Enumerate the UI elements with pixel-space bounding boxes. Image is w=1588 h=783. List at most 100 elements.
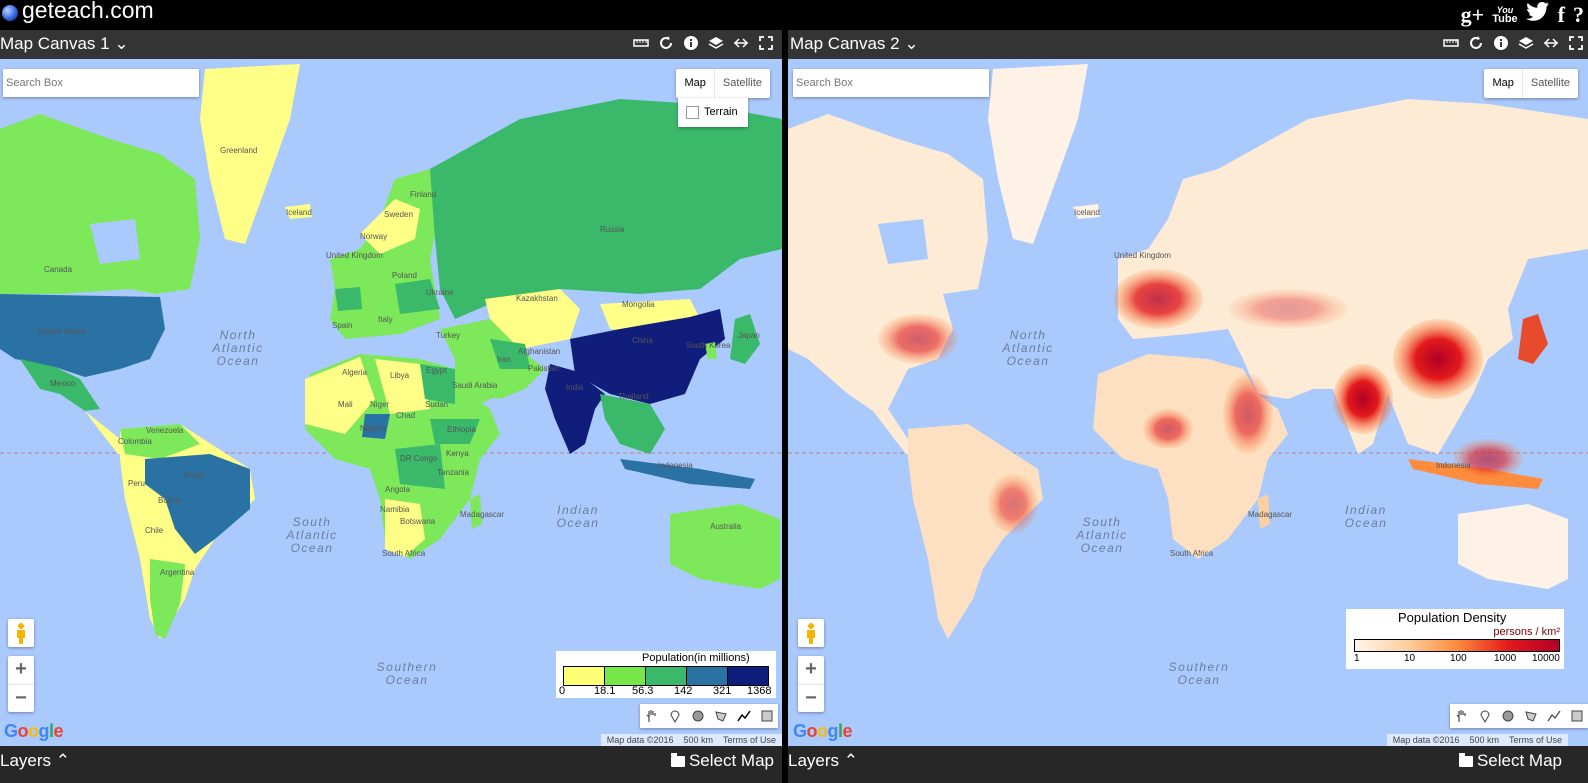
country-label: Spain (332, 321, 353, 330)
google-plus-icon[interactable]: g+ (1461, 2, 1485, 28)
rectangle-icon (761, 710, 772, 722)
canvas-2-search-input[interactable] (793, 69, 989, 97)
country-label: United Kingdom (326, 251, 383, 260)
layers-icon[interactable] (1518, 35, 1534, 51)
layers-icon[interactable] (708, 35, 724, 51)
legend-swatch (564, 667, 605, 685)
circle-icon (692, 710, 703, 722)
scale-text[interactable]: 500 km (683, 735, 713, 745)
country-label: Iceland (286, 208, 312, 217)
map-type-satellite-button[interactable]: Satellite (713, 69, 770, 98)
country-label: Chad (396, 411, 416, 420)
twitter-icon[interactable] (1525, 1, 1550, 28)
marker-tool[interactable] (663, 704, 686, 728)
canvas-1-toolbar (633, 35, 774, 51)
facebook-icon[interactable]: f (1558, 2, 1565, 28)
country-label: Nigeria (360, 424, 386, 433)
country-label: Bolivia (158, 496, 182, 505)
map-type-map-button[interactable]: Map (1484, 69, 1521, 98)
canvas-1-title[interactable]: Map Canvas 1 ⌄ (0, 34, 129, 54)
info-icon[interactable] (683, 35, 699, 51)
street-view-pegman[interactable] (8, 619, 34, 647)
terrain-checkbox[interactable]: Terrain (678, 98, 748, 127)
canvas-2-map-type: Map Satellite (1484, 69, 1578, 98)
country-label: Tanzania (437, 468, 470, 477)
legend-tick: 10 (1404, 653, 1416, 664)
terms-link[interactable]: Terms of Use (1509, 735, 1562, 745)
country-label: Argentina (160, 568, 195, 577)
site-logo[interactable]: geteach.com (2, 0, 154, 24)
legend-tick: 0 (559, 685, 566, 697)
line-tool[interactable] (732, 704, 755, 728)
country-label: Canada (44, 265, 73, 274)
canvas-1-search-input[interactable] (3, 69, 199, 97)
youtube-icon[interactable]: You Tube (1492, 6, 1517, 25)
ruler-icon[interactable] (1443, 35, 1459, 51)
refresh-icon[interactable] (1468, 35, 1484, 51)
ocean-label-indian: Indian Ocean (1344, 503, 1388, 530)
zoom-out-button[interactable]: − (8, 685, 34, 713)
country-label: Colombia (118, 437, 152, 446)
layers-button[interactable]: Layers ⌃ (0, 751, 70, 771)
country-label: Madagascar (460, 510, 505, 519)
layers-button[interactable]: Layers ⌃ (788, 751, 858, 771)
canvas-1-title-bar: Map Canvas 1 ⌄ (0, 30, 782, 59)
country-label: Poland (392, 271, 417, 280)
circle-tool[interactable] (686, 704, 709, 728)
rectangle-tool[interactable] (1565, 704, 1588, 728)
help-icon[interactable]: ? (1573, 2, 1584, 28)
country-label: South Korea (686, 341, 731, 350)
zoom-in-button[interactable]: + (798, 656, 824, 685)
map-attribution: Map data ©2016 500 km Terms of Use (600, 734, 782, 746)
country-label: Chile (145, 526, 164, 535)
pan-tool[interactable] (640, 704, 663, 728)
map-type-map-button[interactable]: Map (676, 69, 713, 98)
refresh-icon[interactable] (658, 35, 674, 51)
zoom-in-button[interactable]: + (8, 656, 34, 685)
country-label: Turkey (436, 331, 461, 340)
country-label: DR Congo (400, 454, 438, 463)
map-type-satellite-button[interactable]: Satellite (1521, 69, 1578, 98)
country-label: Egypt (426, 366, 447, 375)
country-label: India (566, 383, 584, 392)
map-data-text: Map data ©2016 (1392, 735, 1460, 745)
circle-tool[interactable] (1496, 704, 1519, 728)
polygon-tool[interactable] (709, 704, 732, 728)
legend-unit: persons / km² (1493, 626, 1560, 638)
select-map-button[interactable]: Select Map (670, 751, 774, 771)
select-map-button[interactable]: Select Map (1458, 751, 1562, 771)
country-label: Mali (338, 400, 353, 409)
sync-icon[interactable] (733, 35, 749, 51)
pegman-icon (17, 623, 25, 644)
social-links: g+ You Tube f ? (1461, 0, 1584, 30)
drawing-tools (1450, 704, 1588, 728)
legend-color-bar (563, 666, 769, 686)
line-tool[interactable] (1542, 704, 1565, 728)
marker-tool[interactable] (1473, 704, 1496, 728)
rectangle-icon (1571, 710, 1582, 722)
fullscreen-icon[interactable] (758, 35, 774, 51)
folder-icon (1458, 752, 1473, 767)
country-label: Venezuela (146, 426, 184, 435)
polygon-tool[interactable] (1519, 704, 1542, 728)
canvas-2-title[interactable]: Map Canvas 2 ⌄ (790, 34, 919, 54)
line-icon (736, 710, 751, 722)
fullscreen-icon[interactable] (1568, 35, 1584, 51)
sync-icon[interactable] (1543, 35, 1559, 51)
terms-link[interactable]: Terms of Use (723, 735, 776, 745)
rectangle-tool[interactable] (755, 704, 778, 728)
pegman-icon (807, 623, 815, 644)
street-view-pegman[interactable] (798, 619, 824, 647)
google-logo: Google (793, 721, 853, 741)
info-icon[interactable] (1493, 35, 1509, 51)
legend-swatch (687, 667, 728, 685)
country-label: Brazil (184, 471, 205, 480)
pan-tool[interactable] (1450, 704, 1473, 728)
country-label: Iran (497, 355, 511, 364)
country-label: Finland (410, 190, 437, 199)
zoom-out-button[interactable]: − (798, 685, 824, 713)
ruler-icon[interactable] (633, 35, 649, 51)
map-1[interactable]: Map Satellite Terrain North Atlantic Oce… (0, 59, 782, 746)
marker-icon (1479, 710, 1490, 723)
scale-text[interactable]: 500 km (1469, 735, 1499, 745)
